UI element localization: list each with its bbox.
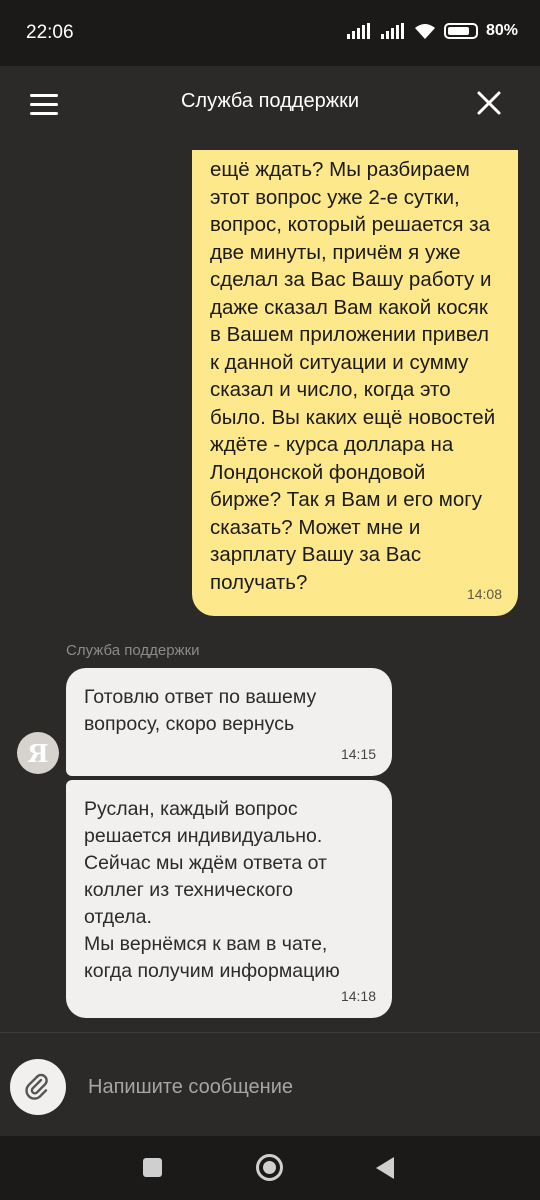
outgoing-message: ещё ждать? Мы разбираем этот вопрос уже … <box>192 150 518 616</box>
status-time: 22:06 <box>26 22 74 43</box>
chat-messages[interactable]: ещё ждать? Мы разбираем этот вопрос уже … <box>0 150 540 1032</box>
message-text: Готовлю ответ по вашему вопросу, скоро в… <box>84 686 317 735</box>
recents-button[interactable] <box>143 1158 162 1177</box>
system-nav-bar <box>0 1136 540 1200</box>
incoming-message: Готовлю ответ по вашему вопросу, скоро в… <box>66 668 392 776</box>
message-text: Руслан, каждый вопрос решается индивидуа… <box>84 798 340 982</box>
page-title: Служба поддержки <box>180 90 360 112</box>
signal-icon <box>346 23 370 39</box>
message-composer <box>0 1032 540 1136</box>
message-text: ещё ждать? Мы разбираем этот вопрос уже … <box>210 158 496 594</box>
message-input[interactable] <box>88 1071 508 1103</box>
avatar: Я <box>17 732 59 774</box>
close-icon[interactable] <box>474 88 504 118</box>
incoming-message: Руслан, каждый вопрос решается индивидуа… <box>66 780 392 1018</box>
home-button[interactable] <box>256 1154 283 1181</box>
sender-name: Служба поддержки <box>66 642 200 659</box>
signal-icon <box>380 23 404 39</box>
status-icons: 80% <box>346 22 518 40</box>
wifi-icon <box>414 23 435 39</box>
battery-icon <box>443 23 478 39</box>
message-time: 14:18 <box>340 988 376 1004</box>
message-time: 14:15 <box>340 746 376 762</box>
status-bar: 22:06 80% <box>0 0 540 66</box>
message-time: 14:08 <box>466 586 502 602</box>
battery-percentage: 80% <box>485 22 518 39</box>
chat-header: Служба поддержки <box>0 66 540 150</box>
paperclip-icon <box>25 1073 48 1100</box>
back-button[interactable] <box>376 1157 394 1179</box>
attach-button[interactable] <box>10 1059 66 1115</box>
